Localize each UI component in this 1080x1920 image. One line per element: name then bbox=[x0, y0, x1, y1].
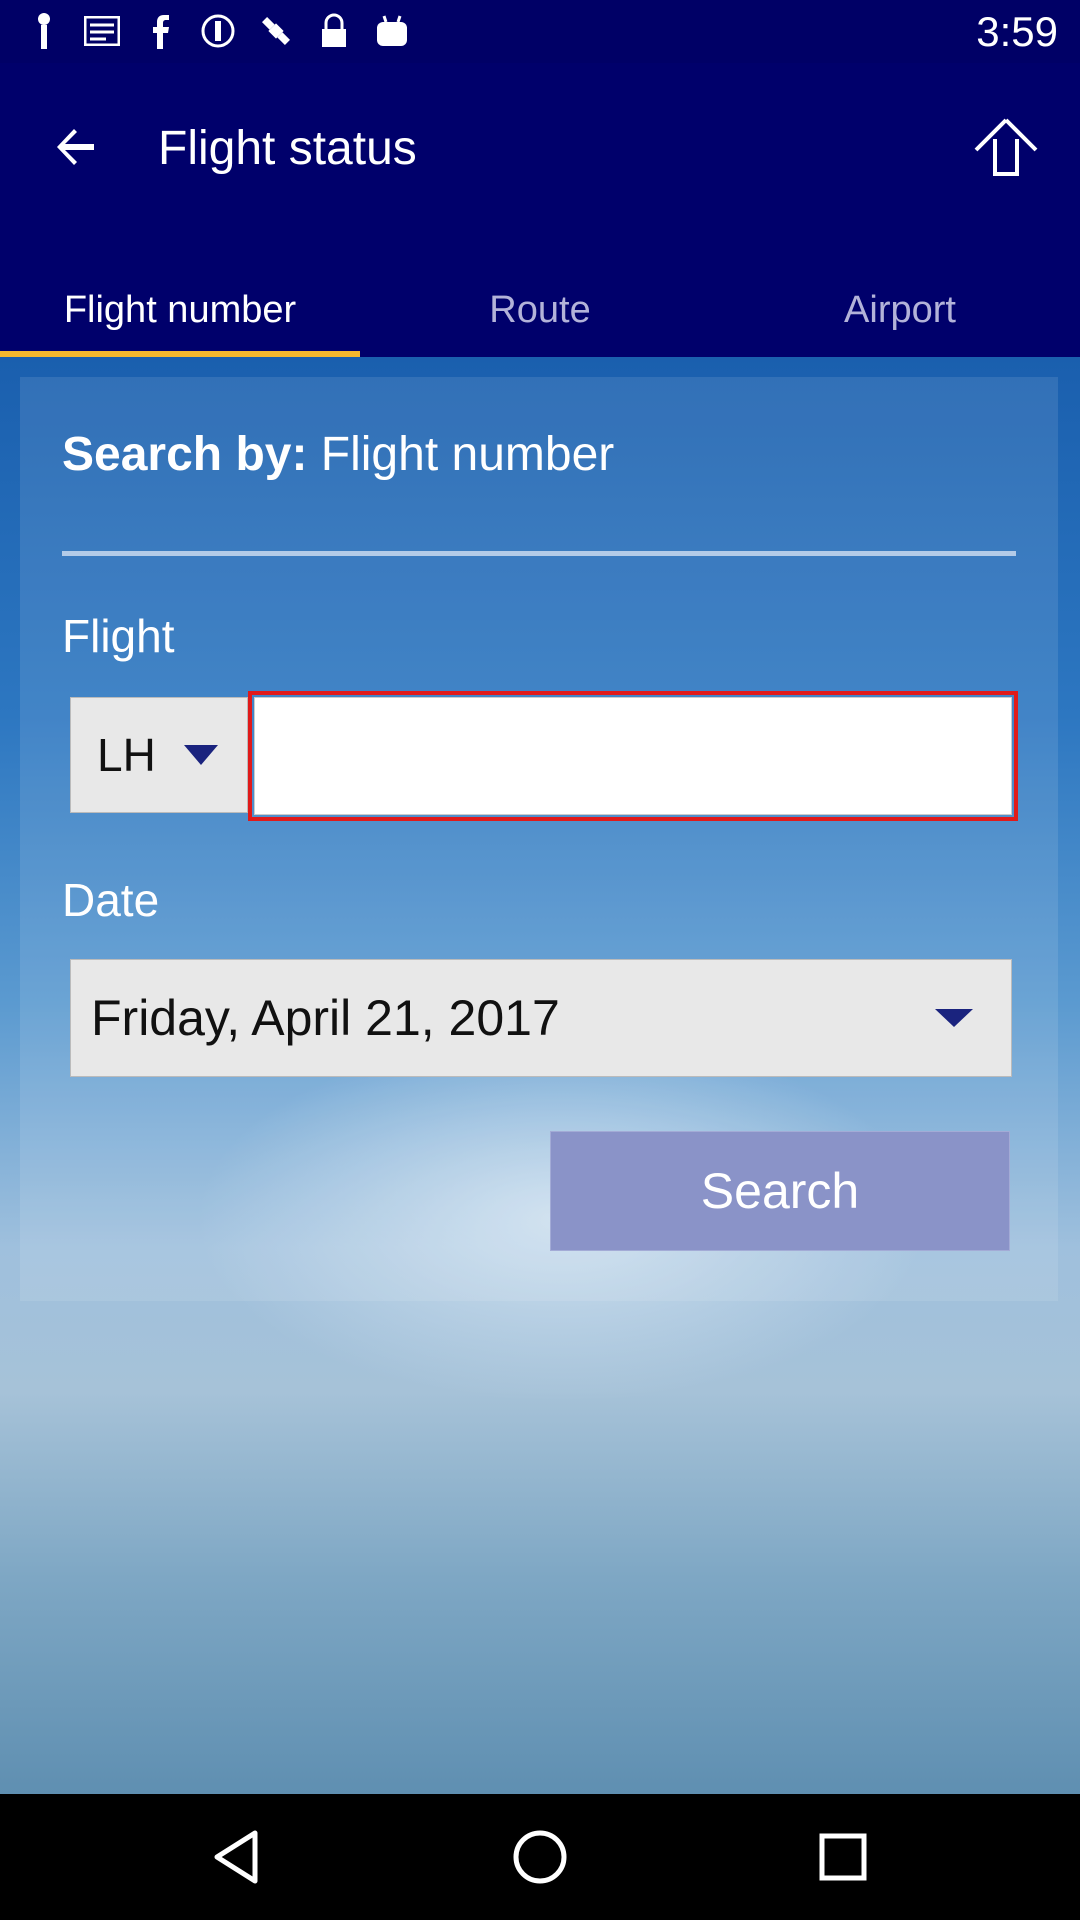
nav-home-button[interactable] bbox=[505, 1822, 575, 1892]
airline-code-value: LH bbox=[97, 729, 156, 781]
flight-number-input[interactable] bbox=[254, 697, 1012, 815]
circle-i-icon bbox=[200, 10, 236, 52]
square-recents-icon bbox=[819, 1833, 867, 1881]
date-dropdown[interactable]: Friday, April 21, 2017 bbox=[70, 959, 1012, 1077]
nav-back-button[interactable] bbox=[201, 1822, 271, 1892]
search-by-value: Flight number bbox=[320, 428, 615, 481]
status-time: 3:59 bbox=[976, 8, 1058, 55]
airline-code-dropdown[interactable]: LH bbox=[70, 697, 248, 813]
tab-bar: Flight number Route Airport bbox=[0, 263, 1080, 357]
page-title: Flight status bbox=[158, 122, 417, 175]
facebook-icon bbox=[142, 10, 178, 52]
search-by-label: Search by: bbox=[62, 428, 308, 481]
chevron-down-icon bbox=[183, 745, 218, 765]
flight-number-highlight bbox=[248, 691, 1018, 821]
search-button[interactable]: Search bbox=[550, 1131, 1010, 1251]
search-card: Search by: Flight number Flight LH Date … bbox=[20, 377, 1058, 1301]
circle-home-icon bbox=[513, 1830, 567, 1884]
status-bar: 3:59 bbox=[0, 0, 1080, 63]
lock-icon bbox=[316, 10, 352, 52]
up-arrow-icon bbox=[974, 118, 1038, 176]
gps-tracking-icon bbox=[26, 10, 62, 52]
fake-gps-icon bbox=[258, 10, 294, 52]
back-arrow-icon bbox=[57, 129, 94, 165]
tab-flight-number[interactable]: Flight number bbox=[0, 263, 360, 357]
chevron-down-icon bbox=[935, 1009, 973, 1027]
search-by-heading: Search by: Flight number bbox=[62, 427, 614, 482]
divider bbox=[62, 551, 1016, 556]
home-up-button[interactable] bbox=[966, 103, 1046, 191]
message-icon bbox=[84, 10, 120, 52]
date-label: Date bbox=[62, 874, 160, 926]
flight-label: Flight bbox=[62, 610, 175, 662]
app-bar: Flight status Flight number Route Airpor… bbox=[0, 63, 1080, 357]
status-icons bbox=[26, 10, 410, 52]
system-nav-bar bbox=[0, 1794, 1080, 1920]
tab-airport[interactable]: Airport bbox=[720, 263, 1080, 357]
android-icon bbox=[374, 10, 410, 52]
tab-route[interactable]: Route bbox=[360, 263, 720, 357]
nav-recents-button[interactable] bbox=[808, 1822, 878, 1892]
back-button[interactable] bbox=[40, 111, 112, 183]
main-content: Search by: Flight number Flight LH Date … bbox=[0, 357, 1080, 1794]
triangle-back-icon bbox=[214, 1830, 258, 1884]
date-value: Friday, April 21, 2017 bbox=[91, 990, 560, 1046]
